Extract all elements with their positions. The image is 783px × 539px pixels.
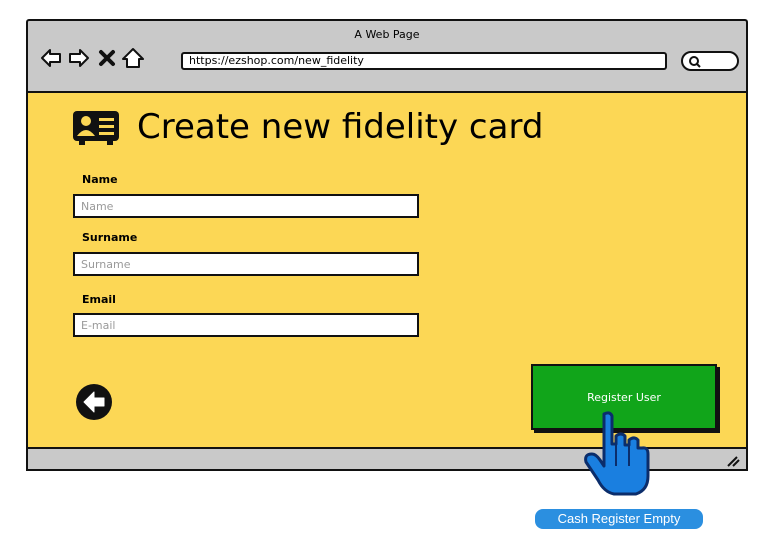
forward-nav-icon[interactable] — [68, 47, 90, 69]
arrow-left-circle-icon[interactable] — [75, 383, 113, 421]
email-label: Email — [82, 293, 116, 306]
name-field[interactable] — [73, 194, 419, 218]
browser-search[interactable] — [681, 51, 739, 71]
page-title: Create new fidelity card — [137, 107, 544, 147]
name-label: Name — [82, 173, 118, 186]
address-bar[interactable]: https://ezshop.com/new_fidelity — [181, 52, 667, 70]
back-nav-icon[interactable] — [40, 47, 62, 69]
surname-field[interactable] — [73, 252, 419, 276]
home-icon[interactable] — [122, 47, 144, 69]
surname-label: Surname — [82, 231, 138, 244]
search-icon — [689, 56, 701, 68]
stop-icon[interactable] — [98, 49, 116, 67]
id-card-icon — [73, 111, 119, 145]
page-content: Create new fidelity card Name Surname Em… — [26, 91, 748, 447]
hand-pointer-icon — [584, 411, 650, 496]
browser-window: A Web Page https://ezshop.com/new_fideli… — [26, 19, 748, 471]
email-field[interactable] — [73, 313, 419, 337]
browser-chrome: A Web Page https://ezshop.com/new_fideli… — [26, 19, 748, 91]
resize-handle-icon[interactable] — [724, 451, 740, 467]
annotation-badge: Cash Register Empty — [535, 509, 703, 529]
window-title: A Web Page — [354, 28, 420, 41]
